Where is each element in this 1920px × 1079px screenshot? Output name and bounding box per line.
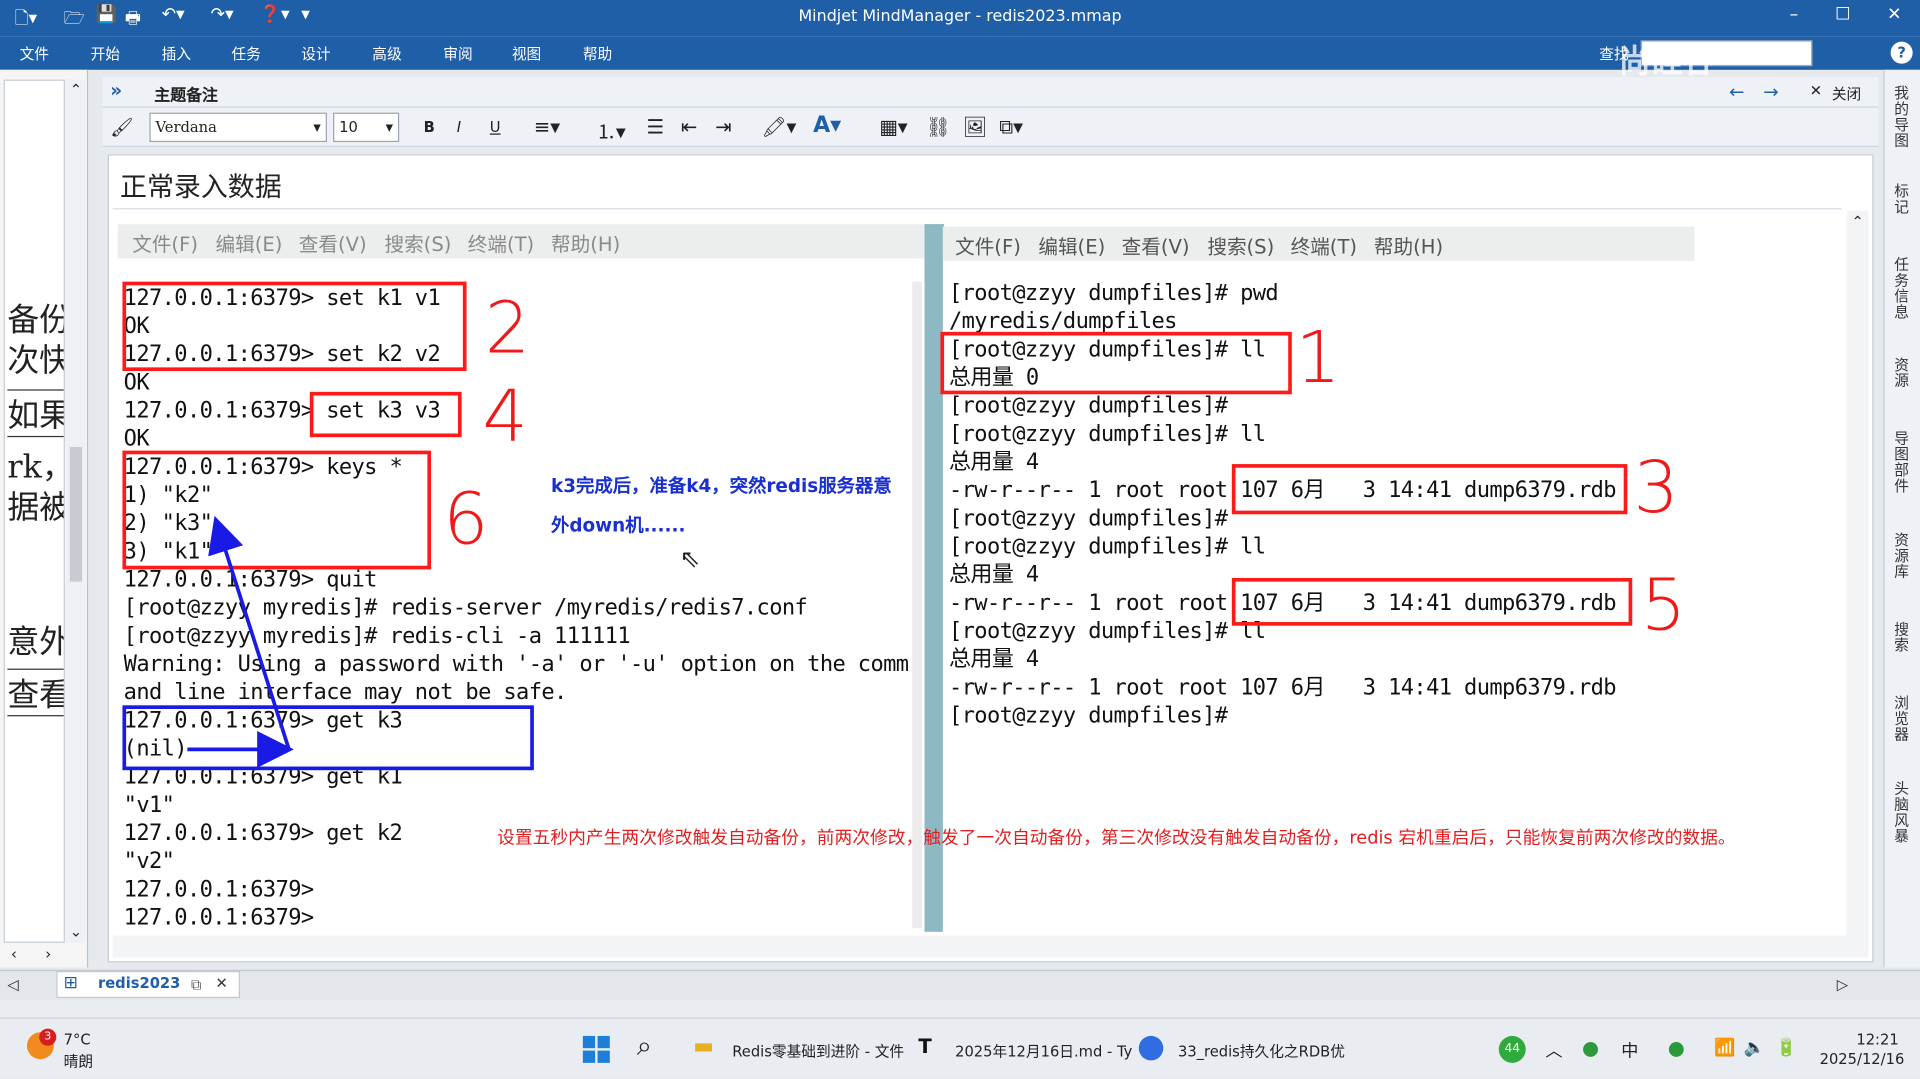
typora-icon[interactable]: T [918, 1035, 931, 1058]
sidebar-item[interactable]: 导图部件 [1887, 430, 1916, 495]
search-taskbar-icon[interactable]: ⌕ [637, 1031, 652, 1062]
tray-app-icon[interactable]: ● [1582, 1036, 1599, 1059]
tabs-scroll-right-icon[interactable]: ▷ [1837, 976, 1848, 993]
wechat-icon[interactable]: ● [1668, 1036, 1685, 1059]
taskbar-app-explorer[interactable]: Redis零基础到进阶 - 文件 [732, 1041, 904, 1062]
arrow-to-k3 [208, 515, 291, 750]
sidebar-item[interactable]: 标记 [1887, 183, 1916, 216]
restore-tab-icon[interactable]: ⧉ [191, 976, 202, 994]
mouse-cursor-icon: ⇖ [679, 543, 701, 574]
red-annotation-note: 设置五秒内产生两次修改触发自动备份，前两次修改，触发了一次自动备份，第三次修改没… [497, 828, 1736, 849]
annotation-arrows [187, 515, 294, 768]
taskbar-app-browser[interactable]: 33_redis持久化之RDB优 [1178, 1041, 1345, 1062]
sidebar-item[interactable]: 搜索 [1887, 621, 1916, 654]
wifi-icon[interactable]: 📶 [1714, 1038, 1735, 1058]
tray-badge-icon[interactable]: 44 [1498, 1035, 1526, 1063]
sidebar-item[interactable]: 任务信息 [1887, 257, 1916, 321]
close-tab-button[interactable]: ✕ [216, 975, 228, 992]
sidebar-item[interactable]: 浏览器 [1887, 695, 1916, 744]
status-bar [0, 1000, 1920, 1018]
tabs-scroll-left-icon[interactable]: ◁ [7, 976, 18, 993]
weather-temp: 7°C [63, 1031, 91, 1049]
sidebar-item[interactable]: 头脑风暴 [1887, 781, 1916, 845]
mindmap-file-icon: ⊞ [63, 973, 79, 994]
clock-time[interactable]: 12:21 [1856, 1031, 1898, 1048]
blue-annotation-note: k3完成后，准备k4，突然redis服务器意外down机...... [551, 475, 892, 537]
sidebar-item[interactable]: 我的导图 [1887, 85, 1916, 150]
folder-icon[interactable]: ▬ [693, 1033, 714, 1059]
weather-desc: 晴朗 [63, 1053, 94, 1071]
document-tabs [0, 969, 1920, 1000]
ime-indicator[interactable]: 中 [1621, 1038, 1638, 1062]
volume-icon[interactable]: 🔈 [1744, 1038, 1765, 1058]
battery-icon[interactable]: 🔋 [1776, 1038, 1797, 1058]
windows-start-icon[interactable] [582, 1035, 610, 1063]
sidebar-item[interactable]: 资源 [1887, 357, 1916, 390]
weather-badge: 3 [39, 1028, 57, 1046]
taskbar-app-typora[interactable]: 2025年12月16日.md - Ty [955, 1041, 1132, 1062]
document-tab-label: redis2023 [97, 974, 181, 992]
tray-expand-icon[interactable]: ︿ [1545, 1038, 1562, 1062]
browser-icon[interactable] [1138, 1035, 1164, 1061]
sidebar-item[interactable]: 资源库 [1887, 532, 1916, 581]
clock-date[interactable]: 2025/12/16 [1820, 1051, 1905, 1068]
